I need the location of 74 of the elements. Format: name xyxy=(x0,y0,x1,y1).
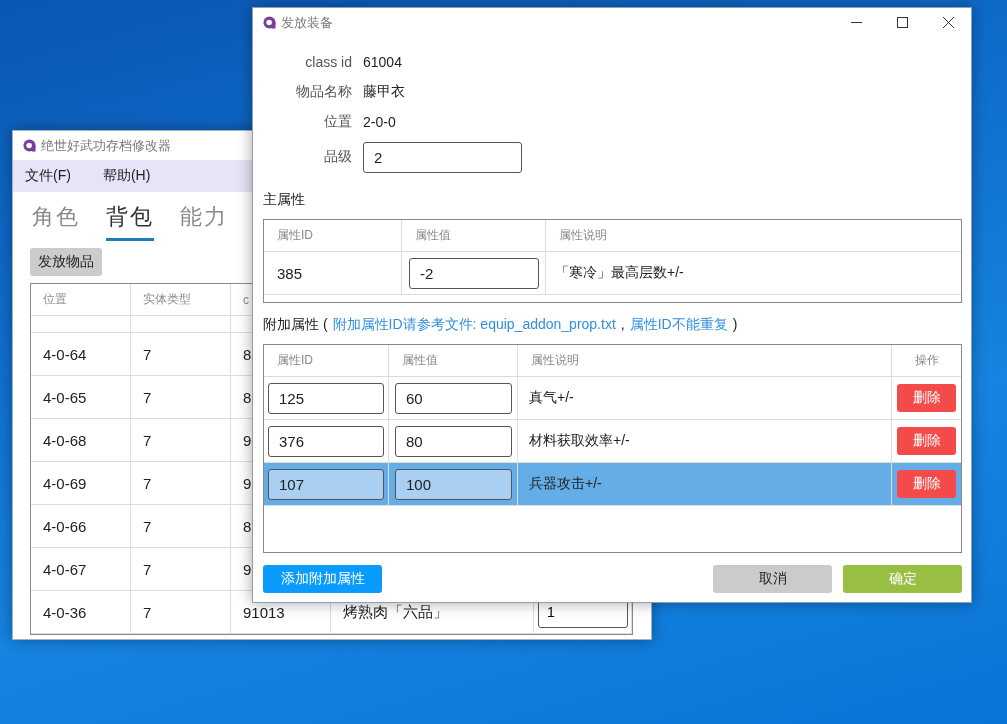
column-header: 操作 xyxy=(914,352,939,369)
menu-item[interactable]: 帮助(H) xyxy=(102,167,151,185)
table-row[interactable]: 107 100 兵器攻击+/- 删除 xyxy=(264,463,961,506)
attribute-description: 兵器攻击+/- xyxy=(529,475,602,493)
column-header: 属性说明 xyxy=(531,352,579,369)
field-value: 藤甲衣 xyxy=(363,83,405,101)
delete-button[interactable]: 删除 xyxy=(897,427,956,455)
attribute-value-input[interactable]: -2 xyxy=(409,257,539,289)
table-cell: 4-0-65 xyxy=(43,388,87,406)
table-cell: 7 xyxy=(143,560,152,578)
column-header: c xyxy=(243,292,249,307)
menu-item[interactable]: 文件(F) xyxy=(25,167,71,185)
attribute-id-input[interactable]: 125 xyxy=(268,382,384,414)
table-cell: 4-0-67 xyxy=(43,560,87,578)
table-cell: 4-0-36 xyxy=(43,603,87,621)
tab[interactable]: 背包 xyxy=(106,202,154,241)
field-label: 品级 xyxy=(323,148,352,166)
attribute-description: 「寒冷」最高层数+/- xyxy=(555,264,684,282)
addon-attribute-note: 附加属性 ( 附加属性ID请参考文件: equip_addon_prop.txt , 属性ID不能重复 ) xyxy=(263,315,739,334)
window-title: 绝世好武功存档修改器 xyxy=(41,136,171,155)
delete-button[interactable]: 删除 xyxy=(897,384,956,412)
tab[interactable]: 能力 xyxy=(180,202,228,241)
field-label: 物品名称 xyxy=(295,83,352,101)
field-value: 2-0-0 xyxy=(363,114,396,130)
table-cell: 9 xyxy=(243,431,252,449)
table-cell: 4-0-68 xyxy=(43,431,87,449)
column-header: 属性说明 xyxy=(559,227,607,244)
app-logo-icon xyxy=(263,16,276,29)
field-label: class id xyxy=(304,54,352,70)
table-cell: 9 xyxy=(243,560,252,578)
table-cell: 8 xyxy=(243,388,252,406)
field-label: 位置 xyxy=(323,113,352,131)
table-cell: 8 xyxy=(243,517,252,535)
table-cell: 7 xyxy=(143,517,152,535)
table-cell: 烤熟肉「六品」 xyxy=(343,602,448,622)
column-header: 属性值 xyxy=(402,352,438,369)
window-title: 发放装备 xyxy=(281,13,333,32)
column-header: 位置 xyxy=(43,291,67,308)
column-header: 属性ID xyxy=(277,352,313,369)
attribute-id-input[interactable]: 376 xyxy=(268,425,384,457)
table-cell: 91013 xyxy=(243,603,285,621)
issue-items-button[interactable]: 发放物品 xyxy=(30,248,102,276)
column-header: 实体类型 xyxy=(143,291,191,308)
table-cell: 8 xyxy=(243,345,252,363)
table-cell: 7 xyxy=(143,603,152,621)
table-cell: 7 xyxy=(143,388,152,406)
app-logo-icon xyxy=(23,139,36,152)
field-value: 61004 xyxy=(363,54,402,70)
column-header: 属性值 xyxy=(415,227,451,244)
table-cell: 7 xyxy=(143,345,152,363)
table-cell: 4-0-66 xyxy=(43,517,87,535)
reference-link[interactable]: 属性ID不能重复 xyxy=(629,316,728,332)
attribute-id-input[interactable]: 107 xyxy=(268,468,384,500)
attribute-id: 385 xyxy=(277,264,303,282)
table-row[interactable]: 376 80 材料获取效率+/- 删除 xyxy=(264,420,961,463)
delete-button[interactable]: 删除 xyxy=(897,470,956,498)
table-cell: 7 xyxy=(143,431,152,449)
cancel-button[interactable]: 取消 xyxy=(713,565,832,593)
attribute-description: 材料获取效率+/- xyxy=(529,432,630,450)
attribute-description: 真气+/- xyxy=(529,389,574,407)
maximize-icon[interactable] xyxy=(896,17,908,28)
table-cell: 4-0-64 xyxy=(43,345,87,363)
attribute-value-input[interactable]: 80 xyxy=(395,425,512,457)
table-row[interactable]: 125 60 真气+/- 删除 xyxy=(264,377,961,420)
table-cell: 9 xyxy=(243,474,252,492)
reference-link[interactable]: 附加属性ID请参考文件: equip_addon_prop.txt xyxy=(332,316,616,332)
table-cell: 4-0-69 xyxy=(43,474,87,492)
column-header: 属性ID xyxy=(277,227,313,244)
attribute-value-input[interactable]: 100 xyxy=(395,468,512,500)
table-cell: 7 xyxy=(143,474,152,492)
close-icon[interactable] xyxy=(942,17,954,28)
grade-input[interactable]: 2 xyxy=(363,141,522,173)
section-title: 主属性 xyxy=(263,190,306,209)
attribute-value-input[interactable]: 60 xyxy=(395,382,512,414)
